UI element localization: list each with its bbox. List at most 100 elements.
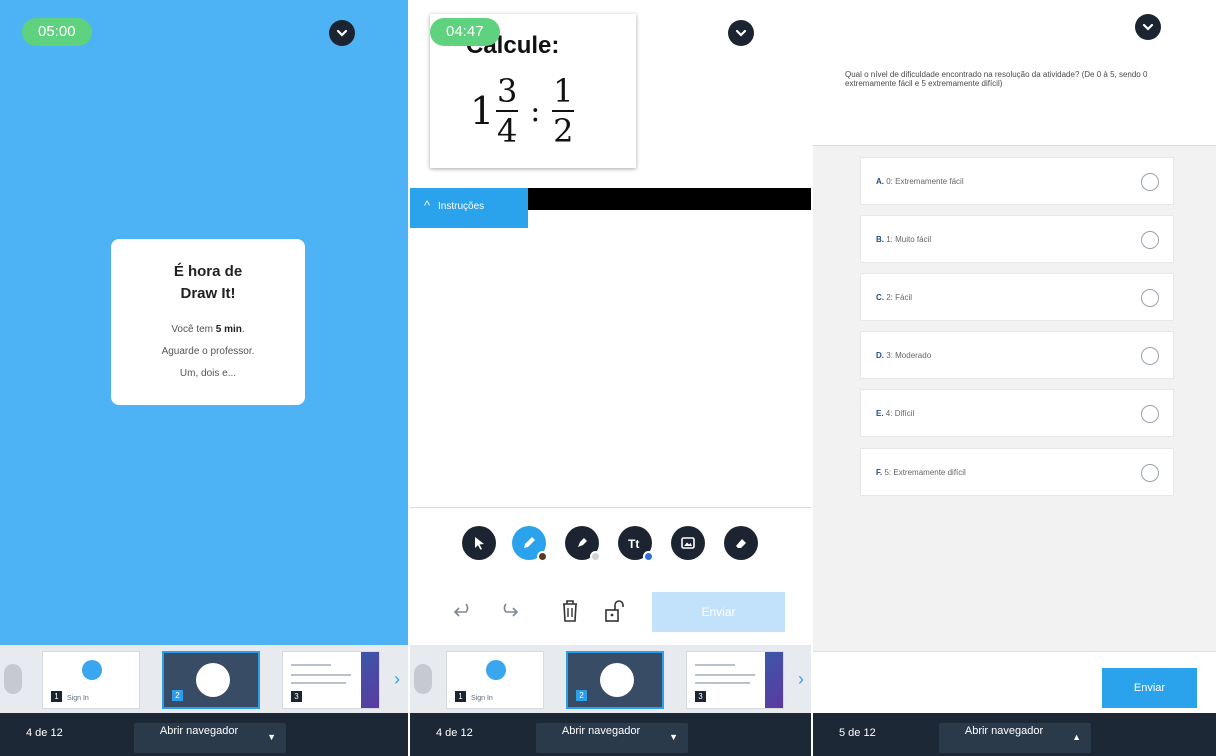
instructions-toggle-button[interactable]: ^ Instruções bbox=[410, 188, 528, 228]
card-time-value: 5 min bbox=[215, 324, 242, 335]
option-text: 5: Extremamente difícil bbox=[884, 468, 966, 477]
answer-option-f[interactable]: F. 5: Extremamente difícil bbox=[860, 448, 1174, 496]
radio-button[interactable] bbox=[1141, 405, 1159, 423]
answer-option-e[interactable]: E. 4: Difícil bbox=[860, 389, 1174, 437]
pointer-icon bbox=[475, 537, 484, 550]
card-time-suffix: . bbox=[241, 324, 245, 335]
thumbnail-number: 1 bbox=[455, 691, 466, 702]
pen-icon bbox=[524, 537, 535, 548]
list-icon bbox=[82, 660, 102, 680]
drawing-toolbar: Tt Enviar bbox=[410, 508, 811, 645]
pen-tool-button[interactable] bbox=[512, 526, 548, 562]
fraction-1: 3 4 bbox=[496, 72, 519, 150]
answer-option-a[interactable]: A. 0: Extremamente fácil bbox=[860, 157, 1174, 205]
slide-thumbnail-strip: 1 Sign In 2 3 › bbox=[0, 645, 408, 713]
image-icon bbox=[681, 537, 695, 549]
option-letter: B. bbox=[876, 235, 884, 244]
delete-button[interactable] bbox=[558, 598, 582, 630]
bottom-bar: 4 de 12 Abrir navegador ▼ bbox=[410, 713, 811, 756]
strip-prev-button[interactable] bbox=[4, 664, 22, 694]
slide-thumbnail-2[interactable]: 2 bbox=[162, 651, 260, 709]
triangle-down-icon: ▼ bbox=[267, 732, 276, 742]
slide-thumbnail-2[interactable]: 2 bbox=[566, 651, 664, 709]
open-navigator-button[interactable]: Abrir navegador ▼ bbox=[536, 723, 688, 753]
thumbnail-text-line bbox=[291, 674, 351, 676]
option-text: 3: Moderado bbox=[886, 351, 932, 360]
text-tool-button[interactable]: Tt bbox=[618, 526, 654, 562]
undo-icon bbox=[453, 603, 469, 617]
open-navigator-label: Abrir navegador bbox=[964, 725, 1044, 737]
card-body: Você tem 5 min. Aguarde o professor. Um,… bbox=[111, 319, 305, 385]
thumbnail-text-line bbox=[695, 682, 750, 684]
draw-icon bbox=[196, 663, 230, 697]
image-tool-button[interactable] bbox=[671, 526, 705, 560]
answer-option-b[interactable]: B. 1: Muito fácil bbox=[860, 215, 1174, 263]
fraction-2: 1 2 bbox=[552, 74, 575, 148]
collapse-chevron-button[interactable] bbox=[329, 20, 355, 46]
numerator: 3 bbox=[497, 72, 518, 110]
thumbnail-number: 3 bbox=[695, 691, 706, 702]
radio-button[interactable] bbox=[1141, 173, 1159, 191]
card-time-prefix: Você tem bbox=[171, 324, 216, 335]
option-label: D. 3: Moderado bbox=[876, 351, 931, 360]
highlighter-tool-button[interactable] bbox=[565, 526, 601, 562]
page-counter: 5 de 12 bbox=[839, 727, 876, 739]
strip-next-button[interactable]: › bbox=[388, 664, 406, 694]
send-answer-button[interactable]: Enviar bbox=[1102, 668, 1197, 708]
card-title-line1: É hora de bbox=[173, 263, 243, 280]
slide-thumbnail-1[interactable]: 1 Sign In bbox=[446, 651, 544, 709]
collapse-chevron-button[interactable] bbox=[1135, 14, 1161, 40]
trash-icon bbox=[563, 600, 577, 622]
problem-expression: 1 3 4 : 1 2 bbox=[470, 72, 575, 150]
thumbnail-text-line bbox=[291, 664, 331, 666]
open-navigator-button[interactable]: Abrir navegador ▲ bbox=[939, 723, 1091, 753]
unlock-button[interactable] bbox=[602, 598, 628, 630]
slide-thumbnail-3[interactable]: 3 bbox=[282, 651, 380, 709]
collapse-chevron-button[interactable] bbox=[728, 20, 754, 46]
strip-prev-button[interactable] bbox=[414, 664, 432, 694]
redo-button[interactable] bbox=[496, 598, 520, 628]
thumbnail-text-line bbox=[695, 664, 735, 666]
eraser-icon bbox=[736, 539, 746, 548]
pointer-tool-button[interactable] bbox=[462, 526, 496, 560]
thumbnail-number: 1 bbox=[51, 691, 62, 702]
radio-button[interactable] bbox=[1141, 464, 1159, 482]
denominator: 4 bbox=[497, 112, 518, 150]
thumbnail-decoration bbox=[765, 652, 783, 708]
open-navigator-label: Abrir navegador bbox=[561, 725, 641, 737]
text-icon: Tt bbox=[628, 537, 639, 551]
instructions-label: Instruções bbox=[438, 201, 485, 212]
highlighter-icon bbox=[578, 538, 587, 547]
eraser-tool-button[interactable] bbox=[724, 526, 758, 560]
option-label: B. 1: Muito fácil bbox=[876, 235, 931, 244]
slide-thumbnail-1[interactable]: 1 Sign In bbox=[42, 651, 140, 709]
option-text: 1: Muito fácil bbox=[886, 235, 932, 244]
draw-icon bbox=[600, 663, 634, 697]
text-color-swatch bbox=[643, 551, 654, 562]
radio-button[interactable] bbox=[1141, 231, 1159, 249]
card-wait-line: Aguarde o professor. bbox=[161, 346, 255, 357]
open-navigator-button[interactable]: Abrir navegador ▼ bbox=[134, 723, 286, 753]
triangle-down-icon: ▼ bbox=[669, 732, 678, 742]
drawing-canvas[interactable] bbox=[410, 228, 811, 508]
radio-button[interactable] bbox=[1141, 289, 1159, 307]
chevron-up-icon: ^ bbox=[424, 198, 431, 213]
send-drawing-button[interactable]: Enviar bbox=[652, 592, 785, 632]
card-count-line: Um, dois e... bbox=[179, 368, 237, 379]
answer-option-c[interactable]: C. 2: Fácil bbox=[860, 273, 1174, 321]
option-letter: C. bbox=[876, 293, 884, 302]
slide-thumbnail-strip: 1 Sign In 2 3 › bbox=[410, 645, 811, 713]
slide-thumbnail-3[interactable]: 3 bbox=[686, 651, 784, 709]
thumbnail-number: 2 bbox=[172, 690, 183, 701]
thumbnail-label: Sign In bbox=[67, 695, 89, 702]
triangle-up-icon: ▲ bbox=[1072, 732, 1081, 742]
option-letter: F. bbox=[876, 468, 883, 477]
strip-next-button[interactable]: › bbox=[792, 664, 810, 694]
question-header: Qual o nível de dificuldade encontrado n… bbox=[813, 0, 1216, 146]
thumbnail-text-line bbox=[291, 682, 346, 684]
list-icon bbox=[486, 660, 506, 680]
radio-button[interactable] bbox=[1141, 347, 1159, 365]
undo-button[interactable] bbox=[452, 598, 476, 628]
countdown-timer: 05:00 bbox=[22, 18, 92, 46]
answer-option-d[interactable]: D. 3: Moderado bbox=[860, 331, 1174, 379]
